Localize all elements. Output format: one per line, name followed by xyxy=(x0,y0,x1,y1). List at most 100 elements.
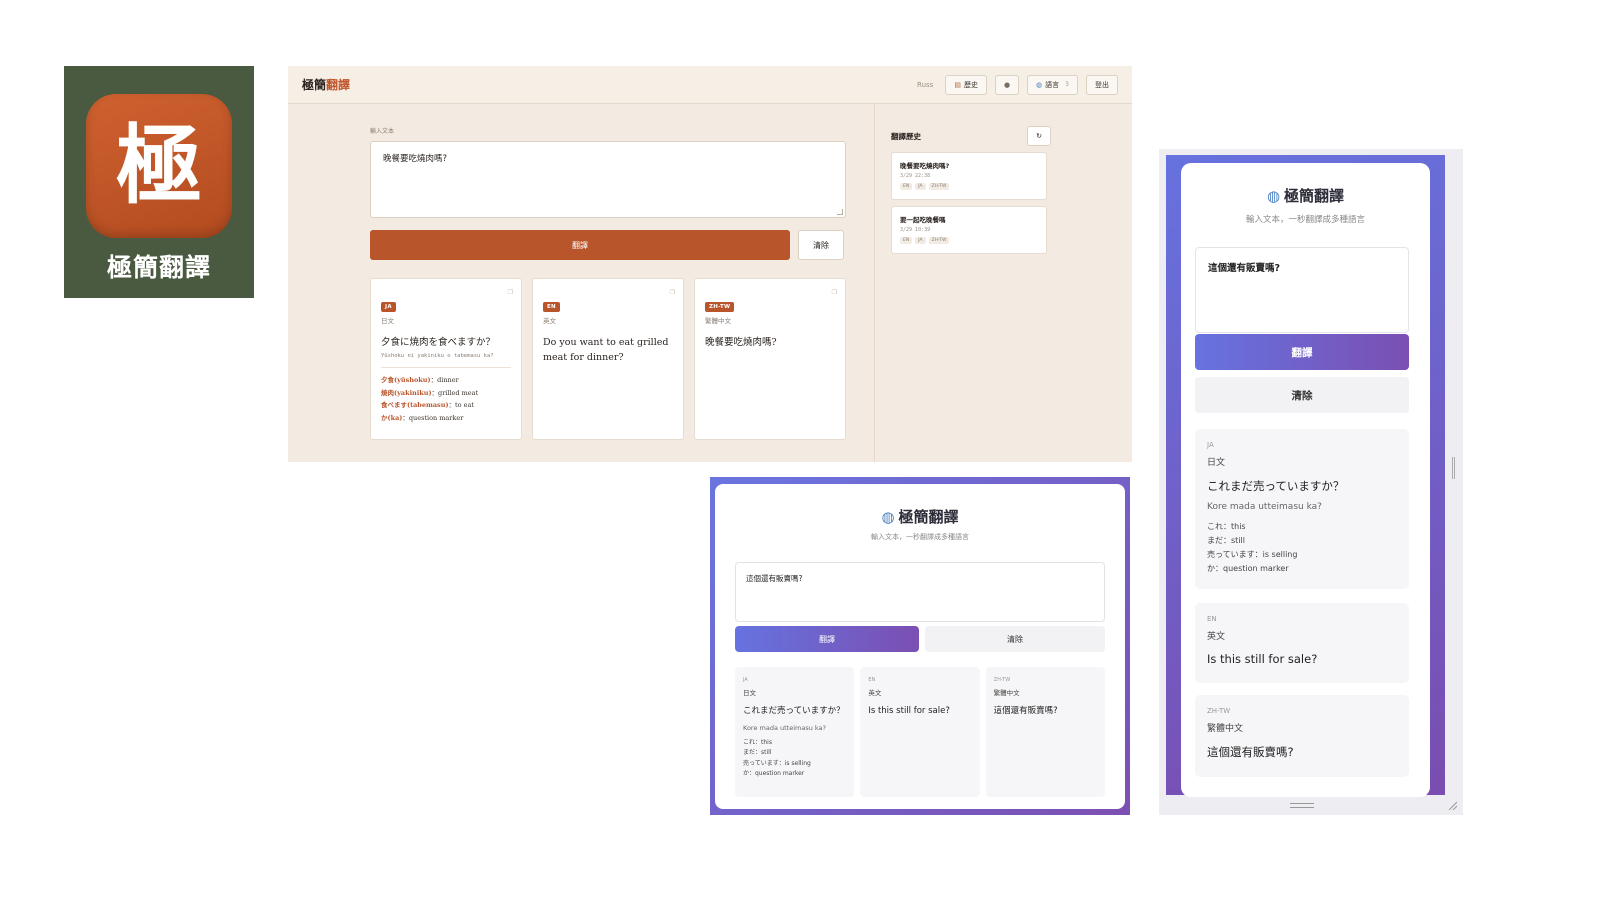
app-name: 極簡翻譯 xyxy=(106,253,211,282)
mobile-translate-button[interactable]: 翻譯 xyxy=(1195,334,1409,370)
mobile-subtitle: 輸入文本，一秒翻譯成多種語言 xyxy=(1245,215,1365,225)
translation-text: Is this still for sale? xyxy=(868,706,950,716)
translation-text: 夕食に焼肉を食べますか？ xyxy=(381,337,496,348)
lang-code: JA xyxy=(1207,441,1214,449)
lang-code: ZH-TW xyxy=(993,677,1011,683)
translation-text: Do you want to eat grilled meat for dinn… xyxy=(543,337,669,364)
gloss-item: 夕食(yūshoku)：dinner xyxy=(381,375,459,384)
history-tag: EN xyxy=(900,237,913,244)
copy-icon[interactable]: ❐ xyxy=(508,289,513,296)
brand-accent: 翻譯 xyxy=(326,78,351,92)
mobile-source-input[interactable]: 這個還有販賣嗎? xyxy=(1195,247,1409,333)
widget-translate-button[interactable]: 翻譯 xyxy=(735,626,919,652)
scrollbar-thumb[interactable] xyxy=(1452,457,1455,479)
source-text-input[interactable]: 晚餐要吃燒肉嗎? xyxy=(370,141,846,218)
drag-handle-icon[interactable] xyxy=(1290,803,1314,808)
translate-button[interactable]: 翻譯 xyxy=(370,230,790,260)
history-item[interactable]: 晚餐要吃燒肉嗎? 3/29 22:38 EN JA ZH-TW xyxy=(891,152,1047,200)
result-card-ja: ❐ JA 日文 夕食に焼肉を食べますか？ Yūshoku ni yakiniku… xyxy=(370,278,522,440)
widget-result-en: EN 英文 Is this still for sale? xyxy=(860,667,980,797)
globe-icon: ◍ xyxy=(881,508,895,526)
mobile-frame: ◍ 極簡翻譯 輸入文本，一秒翻譯成多種語言 這個還有販賣嗎? 翻譯 清除 JA 日… xyxy=(1166,155,1445,797)
history-item-text: 要一起吃晚餐嗎 xyxy=(900,216,946,224)
desktop-result-cards: ❐ JA 日文 夕食に焼肉を食べますか？ Yūshoku ni yakiniku… xyxy=(370,278,846,440)
gloss-item: か：question marker xyxy=(743,769,805,777)
gloss-item: か(ka)：question marker xyxy=(381,413,464,422)
lang-code: EN xyxy=(1207,615,1217,623)
history-button-label: 歷史 xyxy=(963,80,978,89)
mobile-result-zh-tw: ZH-TW 繁體中文 這個還有販賣嗎? xyxy=(1195,695,1409,777)
gloss-item: か：question marker xyxy=(1207,564,1289,573)
widget-result-cards: JA 日文 これまだ売っていますか？ Kore mada utteimasu k… xyxy=(735,667,1105,797)
history-item-time: 3/29 10:39 xyxy=(900,227,931,233)
lang-name: 英文 xyxy=(868,689,882,697)
globe-icon: ◍ xyxy=(1266,187,1281,205)
app-icon-panel: 極 極簡翻譯 xyxy=(64,66,254,298)
theme-toggle-button[interactable]: ● xyxy=(994,74,1020,95)
mobile-screenshot: ◍ 極簡翻譯 輸入文本，一秒翻譯成多種語言 這個還有販賣嗎? 翻譯 清除 JA 日… xyxy=(1159,149,1463,815)
input-label: 輸入文本 xyxy=(370,128,395,135)
user-name: Russ xyxy=(917,80,934,89)
history-button[interactable]: ▤ 歷史 xyxy=(945,74,987,95)
history-item-tags: EN JA ZH-TW xyxy=(900,237,1038,244)
resize-grip-icon[interactable] xyxy=(837,209,843,215)
widget-title: ◍ 極簡翻譯 xyxy=(881,508,959,526)
history-item[interactable]: 要一起吃晚餐嗎 3/29 10:39 EN JA ZH-TW xyxy=(891,206,1047,254)
refresh-icon[interactable]: ↻ xyxy=(1027,126,1051,146)
translation-text: 這個還有販賣嗎? xyxy=(1207,745,1294,759)
gloss-list: これ：this まだ：still 売っています：is selling か：que… xyxy=(743,738,846,779)
resize-grip-icon[interactable] xyxy=(1447,800,1457,810)
result-card-zh-tw: ❐ ZH-TW 繁體中文 晚餐要吃燒肉嗎? xyxy=(694,278,846,440)
mobile-result-ja: JA 日文 これまだ売っていますか？ Kore mada utteimasu k… xyxy=(1195,429,1409,589)
widget-subtitle: 輸入文本，一秒翻譯成多種語言 xyxy=(871,533,969,541)
history-item-time: 3/29 22:38 xyxy=(900,173,931,179)
lang-badge: EN xyxy=(543,302,560,312)
romaji-text: Kore mada utteimasu ka? xyxy=(743,724,826,733)
romaji-text: Yūshoku ni yakiniku o tabemasu ka? xyxy=(381,353,511,368)
lang-name: 英文 xyxy=(1207,632,1226,642)
romaji-text: Kore mada utteimasu ka? xyxy=(1207,502,1322,512)
copy-icon[interactable]: ❐ xyxy=(670,289,675,296)
lang-name: 繁體中文 xyxy=(993,689,1020,697)
widget-source-value: 這個還有販賣嗎? xyxy=(746,574,803,583)
widget-source-input[interactable]: 這個還有販賣嗎? xyxy=(735,562,1105,622)
app-logo-icon: 極 xyxy=(86,94,232,238)
translation-text: 晚餐要吃燒肉嗎? xyxy=(705,337,777,348)
lang-code: ZH-TW xyxy=(1207,707,1231,715)
history-header: 翻譯歷史 ↻ xyxy=(891,126,1051,146)
translation-text: これまだ売っていますか？ xyxy=(743,706,845,716)
translation-text: これまだ売っていますか？ xyxy=(1207,479,1345,493)
gloss-item: 売っています：is selling xyxy=(743,759,811,767)
mobile-clear-button[interactable]: 清除 xyxy=(1195,377,1409,413)
gloss-item: これ：this xyxy=(743,739,772,747)
desktop-header: 極簡翻譯 Russ ▤ 歷史 ● ◍ 語言 3 登出 xyxy=(288,66,1132,104)
copy-icon[interactable]: ❐ xyxy=(832,289,837,296)
lang-badge: ZH-TW xyxy=(705,302,735,312)
desktop-brand[interactable]: 極簡翻譯 xyxy=(302,76,350,93)
history-tag: ZH-TW xyxy=(928,237,950,244)
lang-name: 日文 xyxy=(743,689,756,697)
history-tag: EN xyxy=(900,183,913,190)
logout-button-label: 登出 xyxy=(1095,80,1109,89)
mobile-card: ◍ 極簡翻譯 輸入文本，一秒翻譯成多種語言 這個還有販賣嗎? 翻譯 清除 JA 日… xyxy=(1181,163,1430,797)
globe-icon: ◍ xyxy=(1036,80,1043,89)
logout-button[interactable]: 登出 xyxy=(1086,74,1118,95)
languages-button[interactable]: ◍ 語言 3 xyxy=(1027,74,1078,95)
translation-text: 這個還有販賣嗎? xyxy=(993,706,1058,716)
brand-main: 極簡 xyxy=(302,78,327,92)
gloss-item: 食べます(tabemasu)：to eat xyxy=(381,401,474,410)
history-title: 翻譯歷史 xyxy=(891,131,921,141)
lang-name: 日文 xyxy=(381,317,394,325)
widget-result-ja: JA 日文 これまだ売っていますか？ Kore mada utteimasu k… xyxy=(735,667,855,797)
gloss-item: まだ：still xyxy=(743,749,772,757)
translation-text: Is this still for sale? xyxy=(1207,652,1318,666)
widget-clear-button[interactable]: 清除 xyxy=(925,626,1105,652)
history-item-tags: EN JA ZH-TW xyxy=(900,183,1038,190)
lang-name: 日文 xyxy=(1207,458,1226,468)
clear-button[interactable]: 清除 xyxy=(798,230,844,260)
history-tag: ZH-TW xyxy=(928,183,950,190)
mobile-result-en: EN 英文 Is this still for sale? xyxy=(1195,603,1409,683)
mobile-title: ◍ 極簡翻譯 xyxy=(1266,187,1345,205)
widget-result-zh-tw: ZH-TW 繁體中文 這個還有販賣嗎? xyxy=(985,667,1105,797)
gloss-item: 焼肉(yakiniku)：grilled meat xyxy=(381,388,479,397)
